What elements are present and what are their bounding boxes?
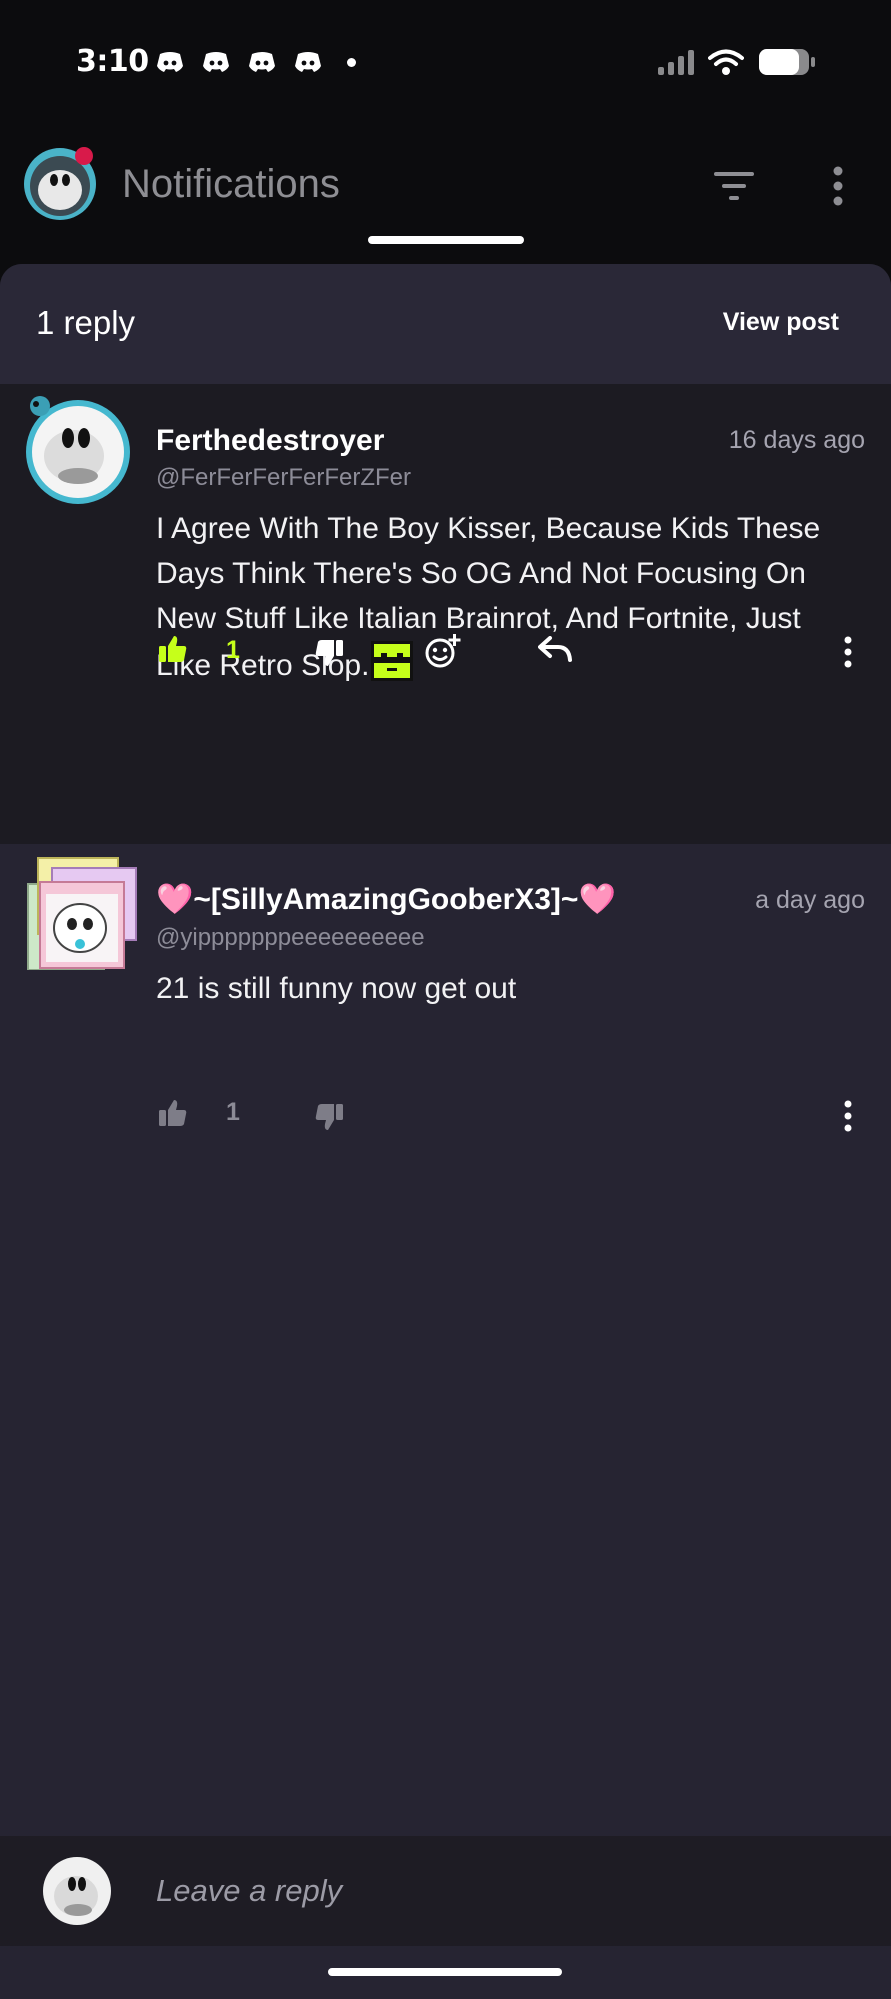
cellular-signal-icon [658, 49, 694, 75]
reply-icon[interactable] [538, 636, 572, 664]
comment-author-handle: @FerFerFerFerFerZFer [156, 464, 412, 491]
sheet-grabber[interactable] [368, 236, 524, 244]
status-time: 3:10 [76, 44, 149, 79]
screen: 3:10 Notifications 1 reply View post Fer… [0, 0, 891, 1999]
pixel-face-emoji [371, 641, 414, 681]
status-notifications [155, 50, 356, 74]
comment-more-icon[interactable] [838, 1098, 858, 1134]
battery-icon [759, 49, 815, 75]
like-count: 1 [226, 636, 240, 664]
discord-icon [203, 52, 229, 72]
discord-icon [157, 52, 183, 72]
wifi-icon [708, 49, 744, 75]
comment-body: 21 is still funny now get out [156, 972, 517, 1005]
like-count: 1 [226, 1098, 240, 1126]
comment-body-text: I Agree With The Boy Kisser, Because Kid… [156, 512, 821, 682]
dislike-button[interactable] [314, 638, 344, 668]
status-bar: 3:10 [0, 0, 891, 120]
home-indicator[interactable] [328, 1968, 562, 1976]
filter-icon[interactable] [712, 166, 756, 206]
comment-author-avatar[interactable] [22, 854, 138, 970]
reply-input[interactable] [156, 1866, 816, 1916]
comment-more-icon[interactable] [838, 634, 858, 670]
more-options-icon[interactable] [826, 164, 850, 208]
comment-item: 🩷~[SillyAmazingGooberX3]~🩷 @yipppppppeee… [0, 844, 891, 1174]
replies-count-title: 1 reply [36, 304, 136, 341]
comment-body: I Agree With The Boy Kisser, Because Kid… [156, 506, 846, 688]
like-button-active[interactable] [158, 634, 188, 664]
add-reaction-icon[interactable] [424, 632, 462, 670]
dislike-button[interactable] [314, 1102, 344, 1132]
comment-timestamp: a day ago [755, 886, 865, 914]
status-indicators [658, 48, 816, 76]
current-user-avatar [43, 1857, 111, 1925]
comment-author-name[interactable]: 🩷~[SillyAmazingGooberX3]~🩷 [156, 882, 616, 917]
more-notifications-dot [347, 57, 356, 67]
discord-icon [249, 52, 275, 72]
comment-author-name[interactable]: Ferthedestroyer [156, 424, 384, 458]
comment-author-handle: @yipppppppeeeeeeeeee [156, 924, 425, 951]
reply-composer [0, 1836, 891, 1946]
discord-icon [295, 52, 321, 72]
page-title: Notifications [122, 162, 340, 206]
like-button[interactable] [158, 1098, 188, 1128]
profile-avatar[interactable] [22, 146, 98, 222]
replies-sheet: 1 reply View post Ferthedestroyer @FerFe… [0, 264, 891, 1999]
app-header: Notifications [0, 120, 891, 260]
comment-timestamp: 16 days ago [728, 426, 865, 454]
comment-item: Ferthedestroyer @FerFerFerFerFerZFer 16 … [0, 384, 891, 844]
view-post-button[interactable]: View post [723, 308, 839, 337]
comment-author-avatar[interactable] [22, 394, 134, 506]
sheet-header: 1 reply View post [0, 264, 891, 384]
